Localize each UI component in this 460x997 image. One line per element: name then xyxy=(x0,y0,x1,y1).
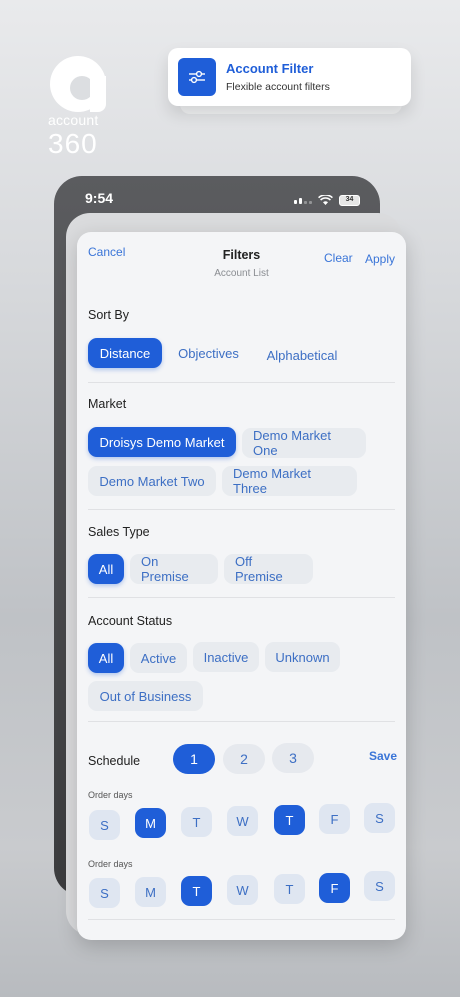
account-status-label: Account Status xyxy=(88,614,173,628)
day-tuesday[interactable]: T xyxy=(181,876,212,906)
schedule-save-button[interactable]: Save xyxy=(369,749,397,763)
sheet-title: Filters xyxy=(222,248,261,262)
day-thursday[interactable]: T xyxy=(274,805,305,835)
status-all[interactable]: All xyxy=(88,643,124,673)
sheet-subtitle: Account List xyxy=(214,268,269,279)
day-sunday[interactable]: S xyxy=(89,810,120,840)
wifi-icon xyxy=(318,195,333,205)
battery-icon: 34 xyxy=(339,195,360,206)
day-monday[interactable]: M xyxy=(135,808,166,838)
schedule-page-3[interactable]: 3 xyxy=(272,743,314,773)
sales-type-label: Sales Type xyxy=(88,525,150,539)
clear-button[interactable]: Clear xyxy=(324,251,353,265)
logo-word: account xyxy=(48,112,99,128)
status-out-of-business[interactable]: Out of Business xyxy=(88,681,203,711)
market-label: Market xyxy=(88,397,127,411)
sort-option-distance[interactable]: Distance xyxy=(88,338,162,368)
market-option-droisys[interactable]: Droisys Demo Market xyxy=(88,427,236,457)
day-friday[interactable]: F xyxy=(319,804,350,834)
market-option-two[interactable]: Demo Market Two xyxy=(88,466,216,496)
apply-button[interactable]: Apply xyxy=(365,252,395,266)
day-tuesday[interactable]: T xyxy=(181,807,212,837)
order-days-label: Order days xyxy=(88,790,133,800)
day-sunday[interactable]: S xyxy=(89,878,120,908)
market-option-three[interactable]: Demo Market Three xyxy=(222,466,357,496)
filters-sheet: Cancel Filters Account List Clear Apply … xyxy=(77,232,406,940)
status-active[interactable]: Active xyxy=(130,643,187,673)
sliders-icon xyxy=(178,58,216,96)
sort-by-label: Sort By xyxy=(88,308,129,322)
logo-number: 360 xyxy=(48,128,98,159)
status-unknown[interactable]: Unknown xyxy=(265,642,340,672)
feature-subtitle: Flexible account filters xyxy=(226,81,330,93)
feature-card: Account Filter Flexible account filters xyxy=(168,48,411,106)
market-option-one[interactable]: Demo Market One xyxy=(242,428,366,458)
day-wednesday[interactable]: W xyxy=(227,875,258,905)
status-inactive[interactable]: Inactive xyxy=(193,642,259,672)
sales-type-off-premise[interactable]: Off Premise xyxy=(224,554,313,584)
signal-icon xyxy=(294,197,312,204)
feature-title: Account Filter xyxy=(226,61,314,76)
sales-type-on-premise[interactable]: On Premise xyxy=(130,554,218,584)
account360-logo: account 360 xyxy=(46,52,112,162)
sales-type-all[interactable]: All xyxy=(88,554,124,584)
day-monday[interactable]: M xyxy=(135,877,166,907)
day-friday[interactable]: F xyxy=(319,873,350,903)
sort-option-alphabetical[interactable]: Alphabetical xyxy=(255,340,349,370)
day-wednesday[interactable]: W xyxy=(227,806,258,836)
schedule-label: Schedule xyxy=(88,754,141,768)
schedule-page-1[interactable]: 1 xyxy=(173,744,215,774)
sort-option-objectives[interactable]: Objectives xyxy=(167,338,250,368)
order-days-label: Order days xyxy=(88,859,133,869)
day-thursday[interactable]: T xyxy=(274,874,305,904)
day-saturday[interactable]: S xyxy=(364,803,395,833)
day-saturday[interactable]: S xyxy=(364,871,395,901)
status-time: 9:54 xyxy=(85,190,114,206)
schedule-page-2[interactable]: 2 xyxy=(223,744,265,774)
status-icons: 34 xyxy=(294,195,360,206)
